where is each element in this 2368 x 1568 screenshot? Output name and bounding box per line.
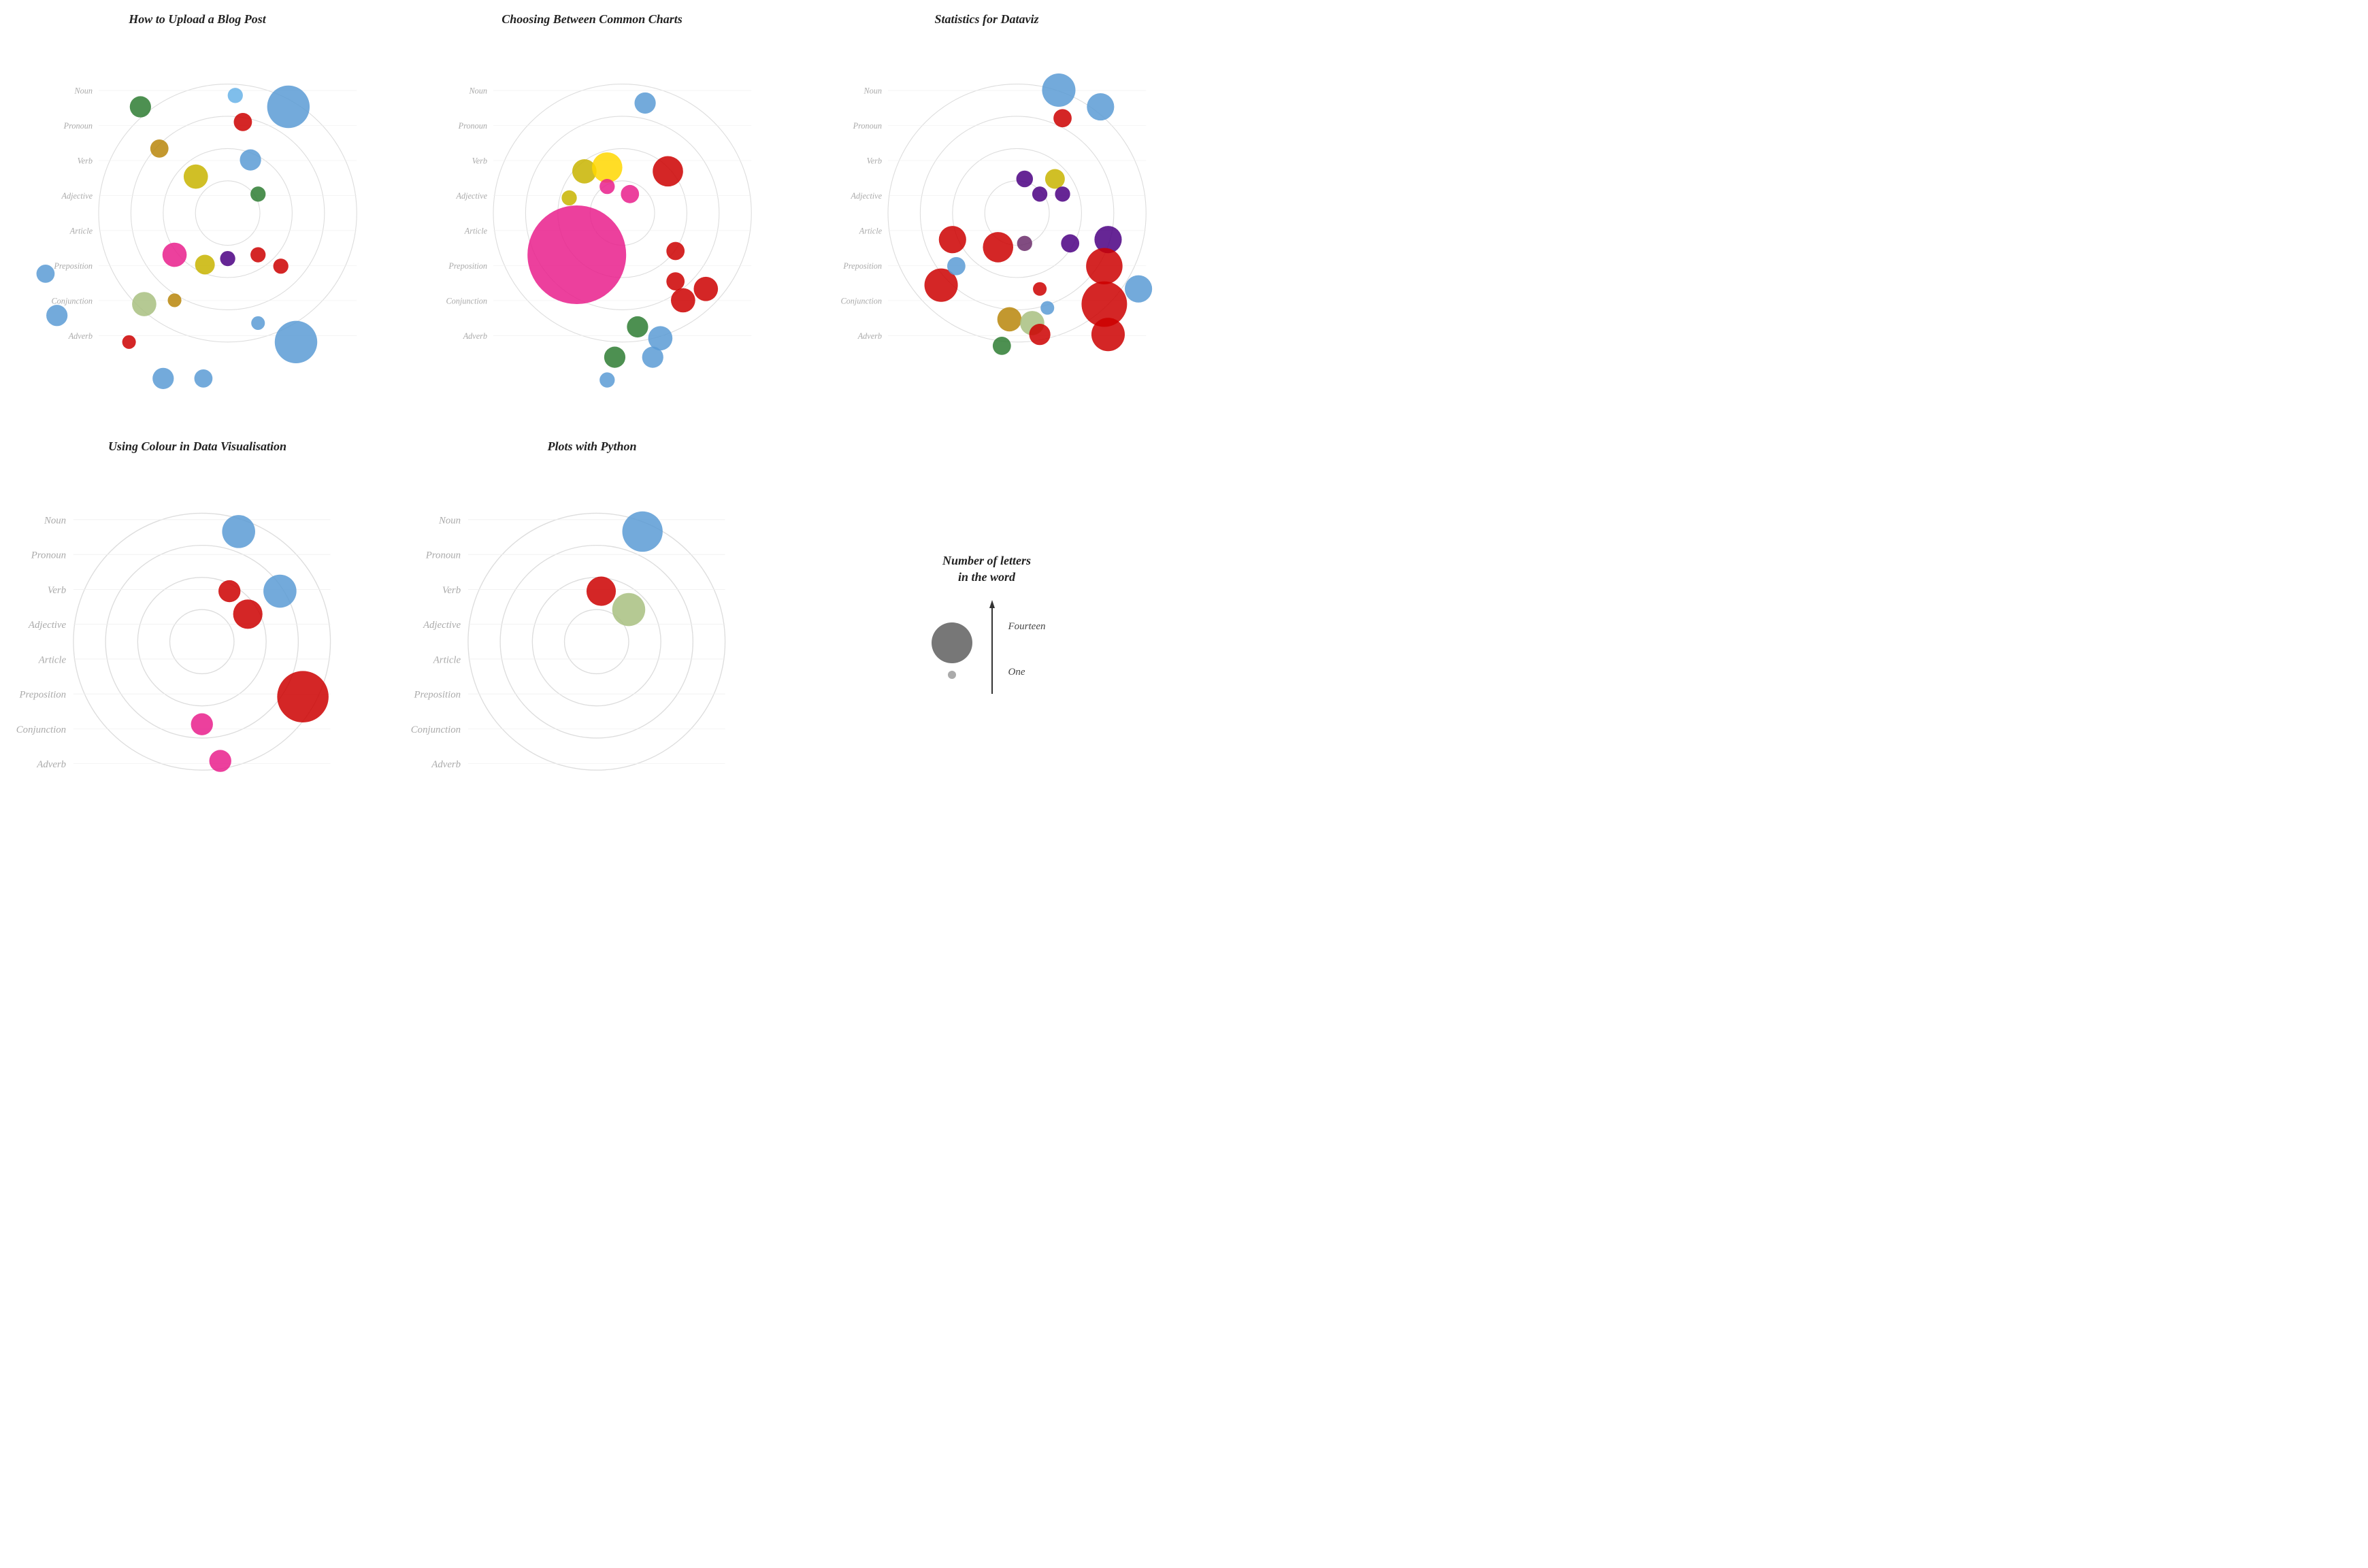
svg-text:Adjective: Adjective xyxy=(455,191,487,201)
legend-title: Number of lettersin the word xyxy=(942,553,1031,585)
chart-area-4: Noun Pronoun Verb Adjective Article Prepositi… xyxy=(0,456,395,827)
chart-title-5: Plots with Python xyxy=(547,439,636,454)
svg-text:Adverb: Adverb xyxy=(36,759,66,770)
legend-label-fourteen: Fourteen xyxy=(1008,621,1046,633)
svg-text:Pronoun: Pronoun xyxy=(853,121,882,131)
chart-area-5: Noun Pronoun Verb Adjective Article Prepositi… xyxy=(395,456,789,827)
svg-text:Noun: Noun xyxy=(438,515,461,526)
svg-text:Adjective: Adjective xyxy=(423,620,461,631)
svg-text:Verb: Verb xyxy=(78,156,93,165)
svg-text:Conjunction: Conjunction xyxy=(446,296,487,305)
svg-text:Pronoun: Pronoun xyxy=(458,121,487,131)
chart-title-4: Using Colour in Data Visualisation xyxy=(108,439,286,454)
svg-text:Noun: Noun xyxy=(864,86,883,96)
legend-arrow-svg xyxy=(985,599,999,701)
svg-text:Adjective: Adjective xyxy=(61,191,93,201)
svg-text:Article: Article xyxy=(859,226,883,235)
svg-text:Conjunction: Conjunction xyxy=(16,724,66,735)
svg-text:Preposition: Preposition xyxy=(842,261,882,271)
chart-cell-2: Choosing Between Common Charts Noun Prono… xyxy=(395,0,789,427)
chart-cell-1: How to Upload a Blog Post Noun Pronoun Ver… xyxy=(0,0,395,427)
chart-cell-4: Using Colour in Data Visualisation Noun P… xyxy=(0,427,395,827)
svg-text:Adjective: Adjective xyxy=(28,620,67,631)
chart-grid: How to Upload a Blog Post Noun Pronoun Ver… xyxy=(0,0,1184,784)
chart-area-2: Noun Pronoun Verb Adjective Article Prepositi… xyxy=(395,29,789,427)
svg-text:Pronoun: Pronoun xyxy=(425,550,461,561)
chart-svg-3: Noun Pronoun Verb Adjective Article Prepositi… xyxy=(789,29,1184,427)
svg-text:Conjunction: Conjunction xyxy=(840,296,882,305)
svg-text:Pronoun: Pronoun xyxy=(63,121,93,131)
legend-big-circle-svg xyxy=(928,619,976,667)
svg-text:Preposition: Preposition xyxy=(413,690,461,701)
svg-text:Adjective: Adjective xyxy=(850,191,882,201)
svg-text:Article: Article xyxy=(433,654,461,665)
svg-text:Adverb: Adverb xyxy=(68,331,93,341)
chart-title-2: Choosing Between Common Charts xyxy=(501,12,683,27)
svg-text:Article: Article xyxy=(69,226,93,235)
svg-text:Pronoun: Pronoun xyxy=(31,550,66,561)
legend-label-one: One xyxy=(1008,667,1025,678)
legend-labels: Fourteen One xyxy=(1008,621,1046,678)
svg-text:Noun: Noun xyxy=(44,515,66,526)
legend-cell: Number of lettersin the word Fourteen xyxy=(789,427,1184,827)
chart-svg-2: Noun Pronoun Verb Adjective Article Prepositi… xyxy=(395,29,789,427)
legend-circles xyxy=(928,619,976,680)
svg-text:Preposition: Preposition xyxy=(448,261,487,271)
chart-cell-5: Plots with Python Noun Pronoun Verb Adjecti… xyxy=(395,427,789,827)
svg-text:Article: Article xyxy=(464,226,488,235)
chart-title-3: Statistics for Dataviz xyxy=(934,12,1038,27)
svg-text:Noun: Noun xyxy=(74,86,93,96)
svg-text:Adverb: Adverb xyxy=(431,759,461,770)
legend-small-circle-svg xyxy=(947,669,957,680)
svg-text:Conjunction: Conjunction xyxy=(411,724,461,735)
chart-svg-1: Noun Pronoun Verb Adjective Article Prepositi… xyxy=(0,29,395,427)
chart-area-3: Noun Pronoun Verb Adjective Article Prepositi… xyxy=(789,29,1184,427)
chart-svg-4: Noun Pronoun Verb Adjective Article Prepositi… xyxy=(0,456,395,827)
svg-text:Noun: Noun xyxy=(469,86,488,96)
svg-text:Verb: Verb xyxy=(867,156,882,165)
page: How to Upload a Blog Post Noun Pronoun Ver… xyxy=(0,0,1184,784)
chart-area-1: Noun Pronoun Verb Adjective Article Prepositi… xyxy=(0,29,395,427)
chart-svg-5: Noun Pronoun Verb Adjective Article Prepositi… xyxy=(395,456,789,827)
svg-text:Verb: Verb xyxy=(472,156,487,165)
legend-small-circle xyxy=(948,671,956,679)
legend-big-circle xyxy=(932,622,972,663)
svg-text:Preposition: Preposition xyxy=(18,690,66,701)
svg-text:Verb: Verb xyxy=(442,585,461,596)
svg-text:Verb: Verb xyxy=(48,585,66,596)
svg-text:Adverb: Adverb xyxy=(857,331,882,341)
legend-arrow-container: Fourteen One xyxy=(928,599,1046,701)
svg-text:Adverb: Adverb xyxy=(463,331,487,341)
svg-text:Conjunction: Conjunction xyxy=(51,296,93,305)
svg-text:Preposition: Preposition xyxy=(53,261,93,271)
chart-title-1: How to Upload a Blog Post xyxy=(129,12,266,27)
chart-cell-3: Statistics for Dataviz Noun Pronoun Verb Ad… xyxy=(789,0,1184,427)
svg-text:Article: Article xyxy=(38,654,67,665)
legend-arrow-head xyxy=(989,600,995,608)
